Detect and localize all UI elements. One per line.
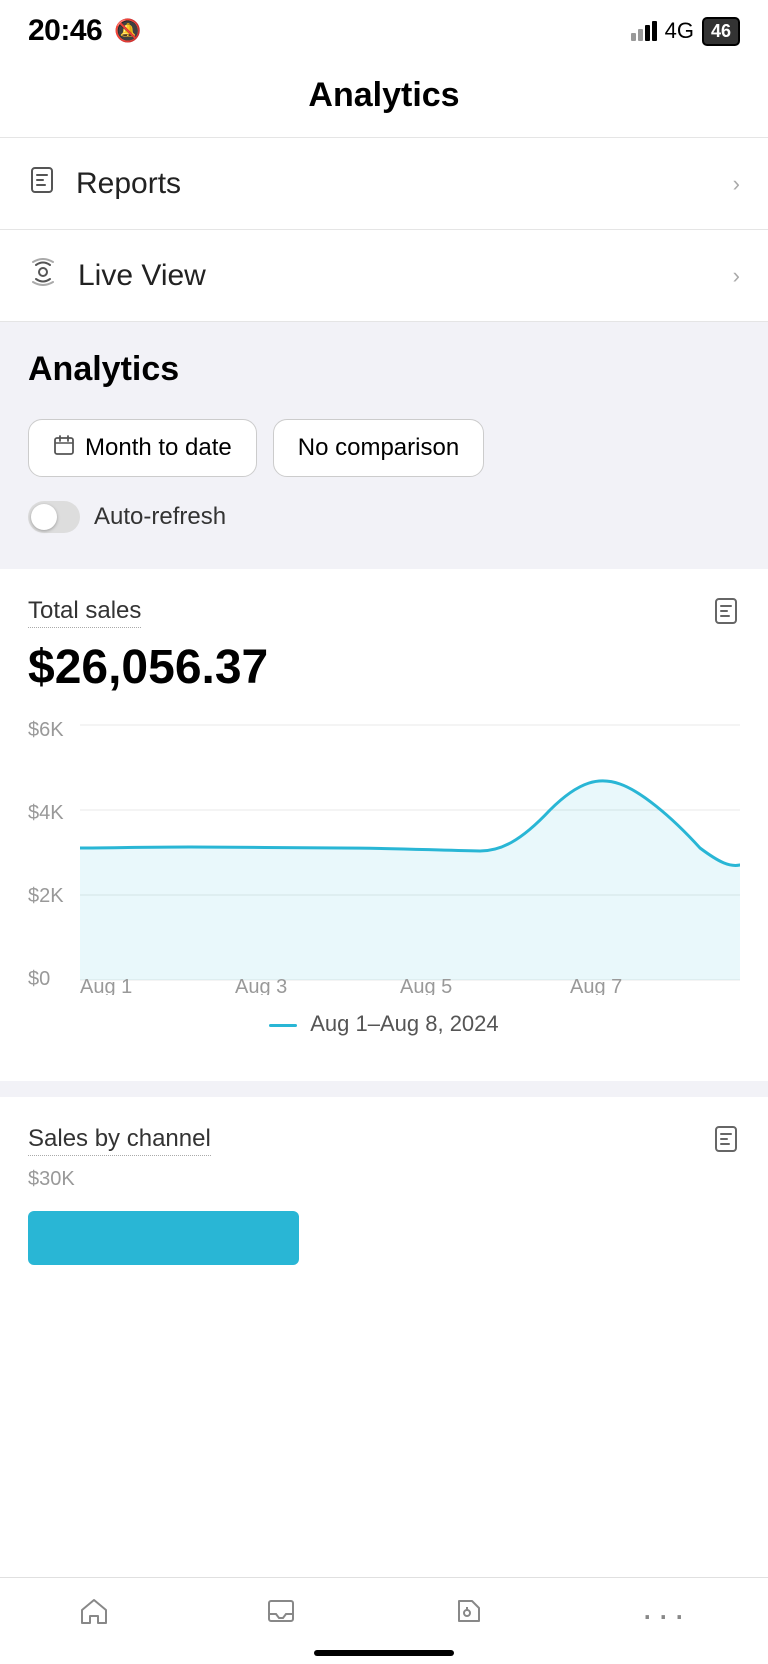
chart-legend-label: Aug 1–Aug 8, 2024 (310, 1011, 498, 1036)
products-icon (454, 1596, 484, 1634)
x-label-aug3: Aug 3 (235, 976, 287, 995)
page-title-bar: Analytics (0, 58, 768, 137)
sales-channel-report-icon[interactable] (712, 1125, 740, 1160)
channel-bar-1 (28, 1211, 299, 1265)
x-label-aug1: Aug 1 (80, 976, 132, 995)
total-sales-card: Total sales $26,056.37 $6K $4K $2K $0 (0, 569, 768, 1065)
auto-refresh-label: Auto-refresh (94, 503, 226, 531)
analytics-section-title: Analytics (28, 350, 740, 389)
bell-icon: 🔕 (114, 18, 141, 44)
date-filter-button[interactable]: Month to date (28, 419, 257, 477)
network-label: 4G (665, 18, 694, 44)
page-title: Analytics (0, 76, 768, 115)
total-sales-value: $26,056.37 (28, 640, 740, 695)
signal-icon (631, 21, 657, 41)
inbox-icon (266, 1596, 296, 1634)
filter-row: Month to date No comparison (28, 419, 740, 477)
menu-item-reports[interactable]: Reports › (0, 138, 768, 230)
menu-section: Reports › Live View › (0, 137, 768, 322)
total-sales-svg: Aug 1 Aug 3 Aug 5 Aug 7 (80, 715, 740, 995)
status-icons: 4G 46 (631, 17, 740, 46)
section-divider (0, 1081, 768, 1097)
chart-legend: Aug 1–Aug 8, 2024 (28, 995, 740, 1065)
more-icon: ··· (641, 1597, 689, 1633)
x-label-aug5: Aug 5 (400, 976, 452, 995)
liveview-label: Live View (78, 259, 206, 293)
reports-icon (28, 166, 56, 201)
battery-indicator: 46 (702, 17, 740, 46)
home-indicator (314, 1650, 454, 1656)
total-sales-chart: $6K $4K $2K $0 Aug 1 Aug 3 Aug 5 Aug 7 (28, 715, 740, 995)
reports-chevron: › (733, 171, 740, 197)
sales-by-channel-card: Sales by channel $30K (0, 1097, 768, 1325)
auto-refresh-toggle[interactable] (28, 501, 80, 533)
y-label-0: $0 (28, 968, 80, 991)
x-label-aug7: Aug 7 (570, 976, 622, 995)
chart-bottom-space (28, 1265, 740, 1325)
calendar-icon (53, 434, 75, 462)
y-label-4k: $4K (28, 802, 80, 825)
home-icon (79, 1596, 109, 1634)
comparison-filter-button[interactable]: No comparison (273, 419, 484, 477)
y-label-6k: $6K (28, 719, 80, 742)
comparison-filter-label: No comparison (298, 434, 459, 462)
date-filter-label: Month to date (85, 434, 232, 462)
total-sales-title: Total sales (28, 597, 141, 628)
nav-item-inbox[interactable] (266, 1596, 296, 1634)
auto-refresh-row: Auto-refresh (28, 501, 740, 533)
liveview-icon (28, 258, 58, 293)
analytics-controls-section: Analytics Month to date No comparison Au… (0, 322, 768, 569)
channel-y-label: $30K (28, 1168, 740, 1191)
y-label-2k: $2K (28, 885, 80, 908)
sales-channel-title: Sales by channel (28, 1125, 211, 1156)
nav-item-more[interactable]: ··· (641, 1597, 689, 1633)
status-bar: 20:46 🔕 4G 46 (0, 0, 768, 58)
reports-label: Reports (76, 167, 181, 201)
menu-item-liveview[interactable]: Live View › (0, 230, 768, 322)
legend-line-icon (269, 1024, 297, 1027)
liveview-chevron: › (733, 263, 740, 289)
nav-item-home[interactable] (79, 1596, 109, 1634)
channel-bar-wrap (28, 1191, 740, 1265)
nav-item-products[interactable] (454, 1596, 484, 1634)
status-time: 20:46 (28, 14, 102, 48)
bottom-padding (0, 1325, 768, 1445)
total-sales-report-icon[interactable] (712, 597, 740, 632)
